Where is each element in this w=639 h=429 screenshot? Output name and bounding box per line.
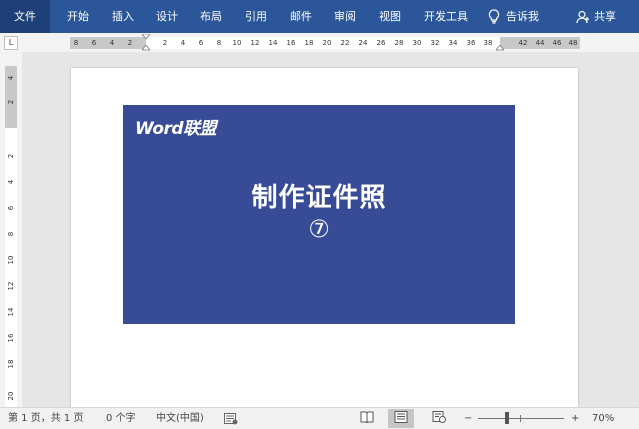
ruler-tick: 30 — [412, 39, 422, 47]
vertical-scrollbar[interactable] — [633, 52, 639, 407]
tell-me-button[interactable]: 告诉我 — [488, 0, 539, 33]
ruler-tick: 8 — [7, 231, 15, 237]
first-line-indent-marker[interactable] — [142, 34, 150, 40]
ruler-tick: 4 — [109, 39, 115, 47]
tab-references[interactable]: 引用 — [236, 0, 276, 33]
book-icon — [360, 411, 374, 426]
ruler-tick: 2 — [162, 39, 168, 47]
tab-view[interactable]: 视图 — [370, 0, 410, 33]
ruler-tick: 6 — [7, 205, 15, 211]
ruler-row: L 8 6 4 2 2 4 6 8 10 12 14 16 18 20 22 2… — [0, 33, 639, 52]
ruler-tick: 4 — [7, 75, 15, 81]
ruler-tick: 2 — [7, 99, 15, 105]
tab-review[interactable]: 审阅 — [325, 0, 365, 33]
globe-page-icon — [432, 411, 446, 426]
ruler-tick: 6 — [198, 39, 204, 47]
ruler-tick: 26 — [376, 39, 386, 47]
word-count[interactable]: 0 个字 — [106, 408, 136, 429]
lightbulb-icon — [488, 9, 500, 24]
ribbon: 文件 开始 插入 设计 布局 引用 邮件 审阅 视图 开发工具 告诉我 共享 — [0, 0, 639, 33]
share-label: 共享 — [594, 10, 616, 23]
ruler-tick: 42 — [518, 39, 528, 47]
document-canvas[interactable]: Word联盟 制作证件照 ⑦ — [22, 52, 639, 407]
ruler-tick: 48 — [568, 39, 578, 47]
document-page[interactable]: Word联盟 制作证件照 ⑦ — [71, 68, 578, 407]
ruler-tick: 20 — [322, 39, 332, 47]
ruler-tick: 34 — [448, 39, 458, 47]
id-card-shape[interactable]: Word联盟 制作证件照 ⑦ — [123, 105, 515, 324]
page-info[interactable]: 第 1 页，共 1 页 — [8, 408, 83, 429]
ruler-tick: 16 — [7, 333, 15, 343]
read-mode-button[interactable] — [354, 409, 380, 428]
page-icon — [394, 411, 408, 426]
web-layout-button[interactable] — [426, 409, 452, 428]
tab-home[interactable]: 开始 — [58, 0, 98, 33]
tab-insert[interactable]: 插入 — [103, 0, 143, 33]
person-icon — [576, 10, 590, 24]
ruler-tick: 24 — [358, 39, 368, 47]
language-indicator[interactable]: 中文(中国) — [156, 408, 204, 429]
zoom-slider-midpoint — [520, 415, 521, 422]
vertical-ruler[interactable]: 4 2 2 4 6 8 10 12 14 16 18 20 — [5, 66, 17, 407]
print-layout-button[interactable] — [388, 409, 414, 428]
ruler-tick: 32 — [430, 39, 440, 47]
ruler-tick: 10 — [7, 255, 15, 265]
ruler-tick: 2 — [7, 153, 15, 159]
tab-layout[interactable]: 布局 — [191, 0, 231, 33]
ruler-tick: 4 — [180, 39, 186, 47]
zoom-slider-track[interactable] — [478, 418, 564, 419]
ruler-tick: 46 — [552, 39, 562, 47]
card-logo: Word联盟 — [135, 119, 217, 139]
card-number: ⑦ — [308, 215, 330, 243]
ruler-tick: 10 — [232, 39, 242, 47]
status-bar: 第 1 页，共 1 页 0 个字 中文(中国) − + 70% — [0, 407, 639, 429]
ruler-tick: 18 — [7, 359, 15, 369]
ruler-tick: 14 — [268, 39, 278, 47]
tab-mailings[interactable]: 邮件 — [281, 0, 321, 33]
ruler-tick: 16 — [286, 39, 296, 47]
ruler-tick: 44 — [535, 39, 545, 47]
ruler-tick: 14 — [7, 307, 15, 317]
zoom-slider-thumb[interactable] — [505, 412, 509, 424]
ruler-tick: 8 — [216, 39, 222, 47]
ruler-tick: 38 — [483, 39, 493, 47]
tab-file[interactable]: 文件 — [0, 0, 50, 33]
ruler-tick: 18 — [304, 39, 314, 47]
vertical-ruler-area: 4 2 2 4 6 8 10 12 14 16 18 20 — [0, 52, 22, 407]
tab-selector[interactable]: L — [4, 36, 18, 50]
tab-design[interactable]: 设计 — [147, 0, 187, 33]
ruler-tick: 20 — [7, 391, 15, 401]
zoom-in-button[interactable]: + — [571, 408, 579, 429]
ruler-tick: 22 — [340, 39, 350, 47]
right-indent-marker[interactable] — [496, 45, 504, 51]
ruler-tick: 2 — [127, 39, 133, 47]
zoom-out-button[interactable]: − — [464, 408, 472, 429]
ruler-tick: 36 — [466, 39, 476, 47]
ruler-tick: 8 — [73, 39, 79, 47]
horizontal-ruler[interactable]: 8 6 4 2 2 4 6 8 10 12 14 16 18 20 22 24 … — [70, 34, 580, 51]
ruler-tick: 12 — [7, 281, 15, 291]
macro-record-icon[interactable] — [224, 412, 238, 426]
tab-developer[interactable]: 开发工具 — [416, 0, 476, 33]
zoom-level[interactable]: 70% — [592, 408, 614, 429]
ruler-left-margin — [70, 37, 146, 49]
ruler-tick: 12 — [250, 39, 260, 47]
tell-me-label: 告诉我 — [506, 10, 539, 23]
hanging-indent-marker[interactable] — [142, 45, 150, 51]
ruler-tick: 4 — [7, 179, 15, 185]
ruler-tick: 28 — [394, 39, 404, 47]
ruler-tick: 6 — [91, 39, 97, 47]
share-button[interactable]: 共享 — [576, 0, 616, 33]
card-title: 制作证件照 — [251, 183, 387, 213]
